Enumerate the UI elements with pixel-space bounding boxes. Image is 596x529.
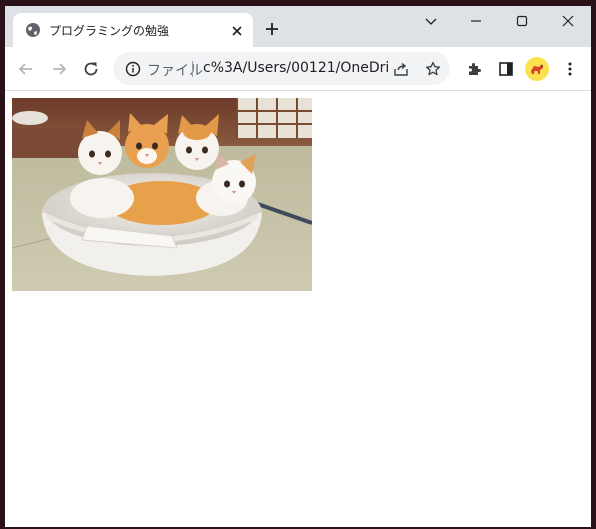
file-scheme-label: ファイル (147, 63, 203, 79)
menu-dots-icon[interactable] (557, 56, 583, 82)
share-icon[interactable] (389, 57, 413, 81)
forward-arrow-icon[interactable] (46, 56, 72, 82)
new-tab-icon[interactable] (264, 21, 280, 37)
browser-tab[interactable]: プログラミングの勉強 (13, 13, 253, 47)
title-bar: プログラミングの勉強 (5, 6, 591, 47)
address-divider (192, 61, 193, 77)
extensions-puzzle-icon[interactable] (461, 56, 487, 82)
close-tab-icon[interactable] (230, 23, 244, 37)
close-window-icon[interactable] (545, 8, 591, 36)
maximize-icon[interactable] (499, 8, 545, 36)
back-arrow-icon[interactable] (13, 56, 39, 82)
kittens-in-bowl-photo (12, 98, 312, 291)
profile-avatar[interactable] (525, 57, 549, 81)
info-icon[interactable] (125, 61, 141, 77)
side-panel-icon[interactable] (493, 56, 519, 82)
minimize-icon[interactable] (453, 8, 499, 36)
tab-search-icon[interactable] (408, 8, 454, 36)
toolbar: ファイル c%3A/Users/00121/OneDri... (5, 47, 591, 91)
reload-icon[interactable] (78, 56, 104, 82)
browser-window: プログラミングの勉強 ファイル c%3A/Users/00121/OneDri.… (5, 6, 591, 527)
page-content (5, 91, 591, 527)
globe-icon (25, 22, 41, 38)
tab-title: プログラミングの勉強 (49, 24, 170, 38)
url-text[interactable]: c%3A/Users/00121/OneDri... (203, 60, 388, 76)
address-bar[interactable]: ファイル c%3A/Users/00121/OneDri... (113, 52, 450, 85)
bookmark-star-icon[interactable] (421, 57, 445, 81)
